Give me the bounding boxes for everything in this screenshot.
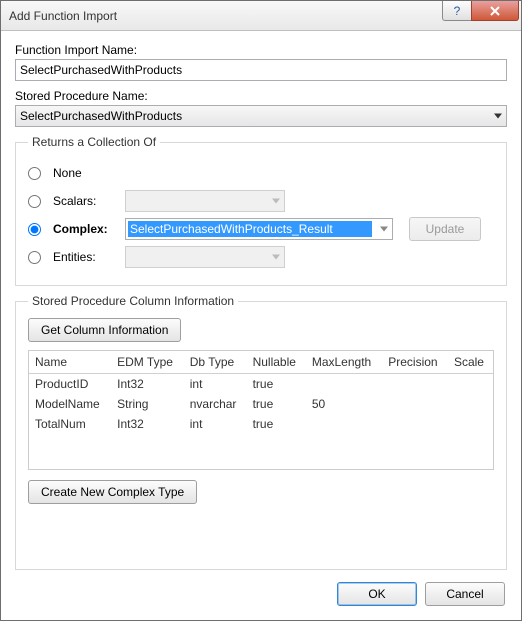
column-info-table: NameEDM TypeDb TypeNullableMaxLengthPrec… [29, 351, 493, 434]
chevron-down-icon [272, 199, 280, 204]
column-info-group: Stored Procedure Column Information Get … [15, 294, 507, 570]
dialog-footer: OK Cancel [15, 578, 507, 606]
ok-button[interactable]: OK [337, 582, 417, 606]
complex-combo[interactable]: SelectPurchasedWithProducts_Result [125, 218, 393, 240]
stored-procedure-name-combo[interactable]: SelectPurchasedWithProducts [15, 105, 507, 127]
table-cell: TotalNum [29, 414, 111, 434]
table-row[interactable]: ProductIDInt32inttrue [29, 374, 493, 395]
returns-collection-group: Returns a Collection Of None Scalars: Co… [15, 135, 507, 286]
radio-row-complex: Complex: SelectPurchasedWithProducts_Res… [28, 215, 494, 243]
table-cell [382, 414, 448, 434]
table-cell: true [247, 394, 306, 414]
entities-combo [125, 246, 285, 268]
table-row[interactable]: TotalNumInt32inttrue [29, 414, 493, 434]
table-cell: true [247, 414, 306, 434]
table-cell: Int32 [111, 414, 184, 434]
cancel-button[interactable]: Cancel [425, 582, 505, 606]
titlebar: Add Function Import ? [1, 1, 521, 31]
table-cell: nvarchar [184, 394, 247, 414]
table-header-cell: Nullable [247, 351, 306, 374]
dialog-content: Function Import Name: Stored Procedure N… [1, 31, 521, 620]
chevron-down-icon [380, 227, 388, 232]
stored-procedure-name-label: Stored Procedure Name: [15, 89, 507, 103]
close-button[interactable] [471, 1, 519, 21]
table-header-cell: EDM Type [111, 351, 184, 374]
radio-entities-label: Entities: [53, 250, 117, 264]
stored-procedure-name-section: Stored Procedure Name: SelectPurchasedWi… [15, 89, 507, 127]
column-info-legend: Stored Procedure Column Information [28, 294, 238, 308]
table-cell [448, 374, 493, 395]
window-title: Add Function Import [9, 9, 443, 23]
table-header-cell: Precision [382, 351, 448, 374]
create-complex-row: Create New Complex Type [28, 480, 494, 504]
stored-procedure-name-value: SelectPurchasedWithProducts [20, 109, 182, 123]
update-button[interactable]: Update [409, 217, 481, 241]
table-cell: int [184, 374, 247, 395]
table-cell: Int32 [111, 374, 184, 395]
table-header-row: NameEDM TypeDb TypeNullableMaxLengthPrec… [29, 351, 493, 374]
table-cell [448, 414, 493, 434]
radio-none[interactable] [28, 167, 41, 180]
radio-scalars[interactable] [28, 195, 41, 208]
table-cell [306, 414, 382, 434]
table-header-cell: MaxLength [306, 351, 382, 374]
complex-combo-value: SelectPurchasedWithProducts_Result [128, 221, 372, 237]
chevron-down-icon [272, 255, 280, 260]
table-row[interactable]: ModelNameStringnvarchartrue50 [29, 394, 493, 414]
radio-complex[interactable] [28, 223, 41, 236]
scalars-combo [125, 190, 285, 212]
window-buttons: ? [443, 1, 521, 30]
table-cell [382, 374, 448, 395]
radio-complex-label: Complex: [53, 222, 117, 236]
radio-scalars-label: Scalars: [53, 194, 117, 208]
svg-text:?: ? [454, 5, 461, 17]
table-cell: 50 [306, 394, 382, 414]
table-cell: true [247, 374, 306, 395]
table-cell [382, 394, 448, 414]
help-button[interactable]: ? [442, 1, 472, 21]
radio-row-none: None [28, 159, 494, 187]
table-cell [306, 374, 382, 395]
radio-row-scalars: Scalars: [28, 187, 494, 215]
get-column-info-button[interactable]: Get Column Information [28, 318, 181, 342]
chevron-down-icon [494, 114, 502, 119]
function-import-name-section: Function Import Name: [15, 43, 507, 81]
table-cell: ModelName [29, 394, 111, 414]
create-new-complex-type-button[interactable]: Create New Complex Type [28, 480, 197, 504]
table-header-cell: Db Type [184, 351, 247, 374]
table-header-cell: Scale [448, 351, 493, 374]
returns-collection-legend: Returns a Collection Of [28, 135, 160, 149]
table-cell: int [184, 414, 247, 434]
update-slot: Update [409, 217, 481, 241]
radio-row-entities: Entities: [28, 243, 494, 271]
radio-none-label: None [53, 166, 117, 180]
get-column-info-row: Get Column Information [28, 318, 494, 342]
table-cell [448, 394, 493, 414]
table-header-cell: Name [29, 351, 111, 374]
column-info-table-wrap: NameEDM TypeDb TypeNullableMaxLengthPrec… [28, 350, 494, 470]
table-cell: String [111, 394, 184, 414]
table-cell: ProductID [29, 374, 111, 395]
radio-entities[interactable] [28, 251, 41, 264]
function-import-name-label: Function Import Name: [15, 43, 507, 57]
dialog-window: Add Function Import ? Function Import Na… [0, 0, 522, 621]
function-import-name-input[interactable] [15, 59, 507, 81]
